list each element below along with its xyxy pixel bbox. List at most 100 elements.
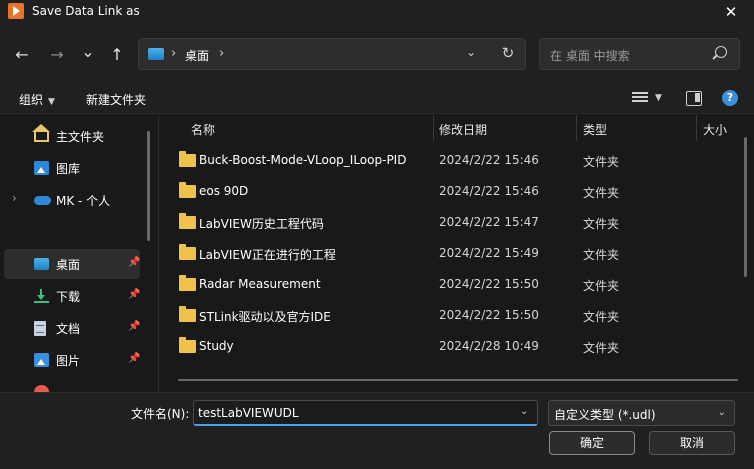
file-type: 文件夹 [583, 341, 620, 355]
title-bar: Save Data Link as ✕ [0, 0, 754, 24]
cancel-button[interactable]: 取消 [649, 431, 735, 455]
filename-label: 文件名(N): [131, 407, 190, 421]
column-header-size[interactable]: 大小 [703, 115, 727, 143]
pictures-icon [34, 353, 49, 367]
filename-input[interactable] [193, 400, 538, 426]
view-options-icon[interactable] [632, 92, 648, 106]
sidebar-item-label: MK - 个人 [56, 194, 111, 208]
file-list-horizontal-scrollbar[interactable] [178, 379, 738, 381]
search-box[interactable]: 在 桌面 中搜索 [539, 38, 740, 70]
folder-icon [179, 306, 196, 322]
file-row[interactable]: eos 90D 2024/2/22 15:46 文件夹 [170, 176, 740, 207]
search-icon[interactable] [715, 46, 727, 58]
sidebar-item-downloads[interactable]: 下载 📌 [4, 281, 140, 311]
breadcrumb-desktop[interactable]: 桌面 [185, 47, 209, 64]
sidebar-item-label: 主文件夹 [56, 130, 105, 144]
folder-icon [179, 213, 196, 229]
command-bar: 组织 ▼ 新建文件夹 ▼ ? [0, 86, 754, 114]
file-name: Radar Measurement [199, 277, 321, 291]
sidebar-item-home[interactable]: 主文件夹 [4, 121, 140, 151]
file-name: STLink驱动以及官方IDE [199, 310, 331, 324]
file-modified: 2024/2/22 15:46 [439, 184, 539, 198]
filetype-select[interactable]: 自定义类型 (*.udl) ⌄ [548, 400, 735, 426]
caret-down-icon[interactable]: ▼ [655, 93, 662, 103]
filename-dropdown-chevron-icon[interactable]: ⌄ [520, 406, 528, 417]
music-icon [34, 385, 49, 392]
ok-button[interactable]: 确定 [549, 431, 635, 455]
file-type: 文件夹 [583, 186, 620, 200]
organize-label: 组织 [19, 93, 44, 107]
desktop-icon [34, 258, 49, 270]
sidebar-item-desktop[interactable]: 桌面 📌 [4, 249, 140, 279]
address-bar[interactable]: › 桌面 › ⌄ ↻ [138, 38, 526, 70]
column-header-name[interactable]: 名称 [191, 115, 215, 143]
file-type: 文件夹 [583, 248, 620, 262]
new-folder-button[interactable]: 新建文件夹 [86, 91, 146, 108]
sidebar-scrollbar[interactable] [147, 131, 150, 241]
file-row[interactable]: STLink驱动以及官方IDE 2024/2/22 15:50 文件夹 [170, 300, 740, 331]
forward-arrow-icon[interactable]: → [44, 44, 70, 66]
address-dropdown-chevron-icon[interactable]: ⌄ [461, 45, 481, 59]
folder-icon [179, 244, 196, 260]
close-button[interactable]: ✕ [708, 0, 754, 24]
file-list: ˄ 名称 修改日期 类型 大小 Buck-Boost-Mode-VLoop_IL… [160, 115, 754, 392]
back-arrow-icon[interactable]: ← [9, 44, 35, 66]
sidebar-item-label: 桌面 [56, 258, 81, 272]
recent-locations-chevron-icon[interactable]: ⌄ [75, 41, 101, 63]
up-arrow-icon[interactable]: ↑ [104, 44, 130, 66]
folder-icon [179, 151, 196, 167]
file-modified: 2024/2/22 15:49 [439, 246, 539, 260]
file-row[interactable]: Radar Measurement 2024/2/22 15:50 文件夹 [170, 269, 740, 300]
breadcrumb-separator-icon[interactable]: › [171, 46, 176, 61]
sidebar-item-label: 图库 [56, 162, 81, 176]
search-placeholder[interactable]: 在 桌面 中搜索 [550, 47, 630, 64]
refresh-icon[interactable]: ↻ [497, 44, 519, 62]
gallery-icon [34, 161, 49, 175]
help-icon[interactable]: ? [722, 90, 738, 106]
file-modified: 2024/2/28 10:49 [439, 339, 539, 353]
file-name: LabVIEW历史工程代码 [199, 217, 324, 231]
file-row[interactable]: LabVIEW正在进行的工程 2024/2/22 15:49 文件夹 [170, 238, 740, 269]
onedrive-cloud-icon [34, 196, 51, 205]
sidebar-item-onedrive[interactable]: › MK - 个人 [4, 185, 140, 215]
column-header-modified[interactable]: 修改日期 [439, 115, 487, 143]
pin-icon: 📌 [128, 353, 141, 364]
documents-icon [34, 321, 46, 336]
sidebar-item-label: 文档 [56, 322, 81, 336]
column-divider[interactable] [696, 115, 697, 141]
file-name: eos 90D [199, 184, 249, 198]
folder-icon [179, 182, 196, 198]
file-name: Study [199, 339, 234, 353]
file-name: LabVIEW正在进行的工程 [199, 248, 336, 262]
filetype-value: 自定义类型 (*.udl) [554, 408, 656, 422]
file-row[interactable]: Study 2024/2/28 10:49 文件夹 [170, 331, 740, 362]
file-modified: 2024/2/22 15:50 [439, 277, 539, 291]
pin-icon: 📌 [128, 289, 141, 300]
file-row[interactable]: LabVIEW历史工程代码 2024/2/22 15:47 文件夹 [170, 207, 740, 238]
breadcrumb-separator-icon[interactable]: › [219, 46, 224, 61]
sort-ascending-icon: ˄ [304, 115, 309, 123]
file-type: 文件夹 [583, 217, 620, 231]
folder-icon [179, 275, 196, 291]
sidebar-item-pictures[interactable]: 图片 📌 [4, 345, 140, 375]
pin-icon: 📌 [128, 321, 141, 332]
file-modified: 2024/2/22 15:50 [439, 308, 539, 322]
window-title: Save Data Link as [32, 4, 140, 18]
file-modified: 2024/2/22 15:46 [439, 153, 539, 167]
sidebar-item-documents[interactable]: 文档 📌 [4, 313, 140, 343]
column-header-type[interactable]: 类型 [583, 115, 607, 143]
file-type: 文件夹 [583, 155, 620, 169]
sidebar-item-gallery[interactable]: 图库 [4, 153, 140, 183]
column-divider[interactable] [433, 115, 434, 141]
preview-pane-icon[interactable] [686, 91, 702, 106]
expand-chevron-icon[interactable]: › [12, 191, 17, 205]
column-divider[interactable] [576, 115, 577, 141]
navigation-pane: 主文件夹 图库 › MK - 个人 桌面 📌 下载 📌 文档 📌 图片 📌 [0, 115, 159, 392]
save-panel: 文件名(N): ⌄ 自定义类型 (*.udl) ⌄ 确定 取消 [0, 392, 754, 469]
caret-down-icon: ▼ [48, 97, 55, 107]
file-row[interactable]: Buck-Boost-Mode-VLoop_ILoop-PID 2024/2/2… [170, 145, 740, 176]
organize-menu[interactable]: 组织 ▼ [19, 91, 55, 108]
sidebar-item-music-partial[interactable] [4, 377, 140, 392]
file-list-vertical-scrollbar[interactable] [744, 137, 747, 277]
file-modified: 2024/2/22 15:47 [439, 215, 539, 229]
